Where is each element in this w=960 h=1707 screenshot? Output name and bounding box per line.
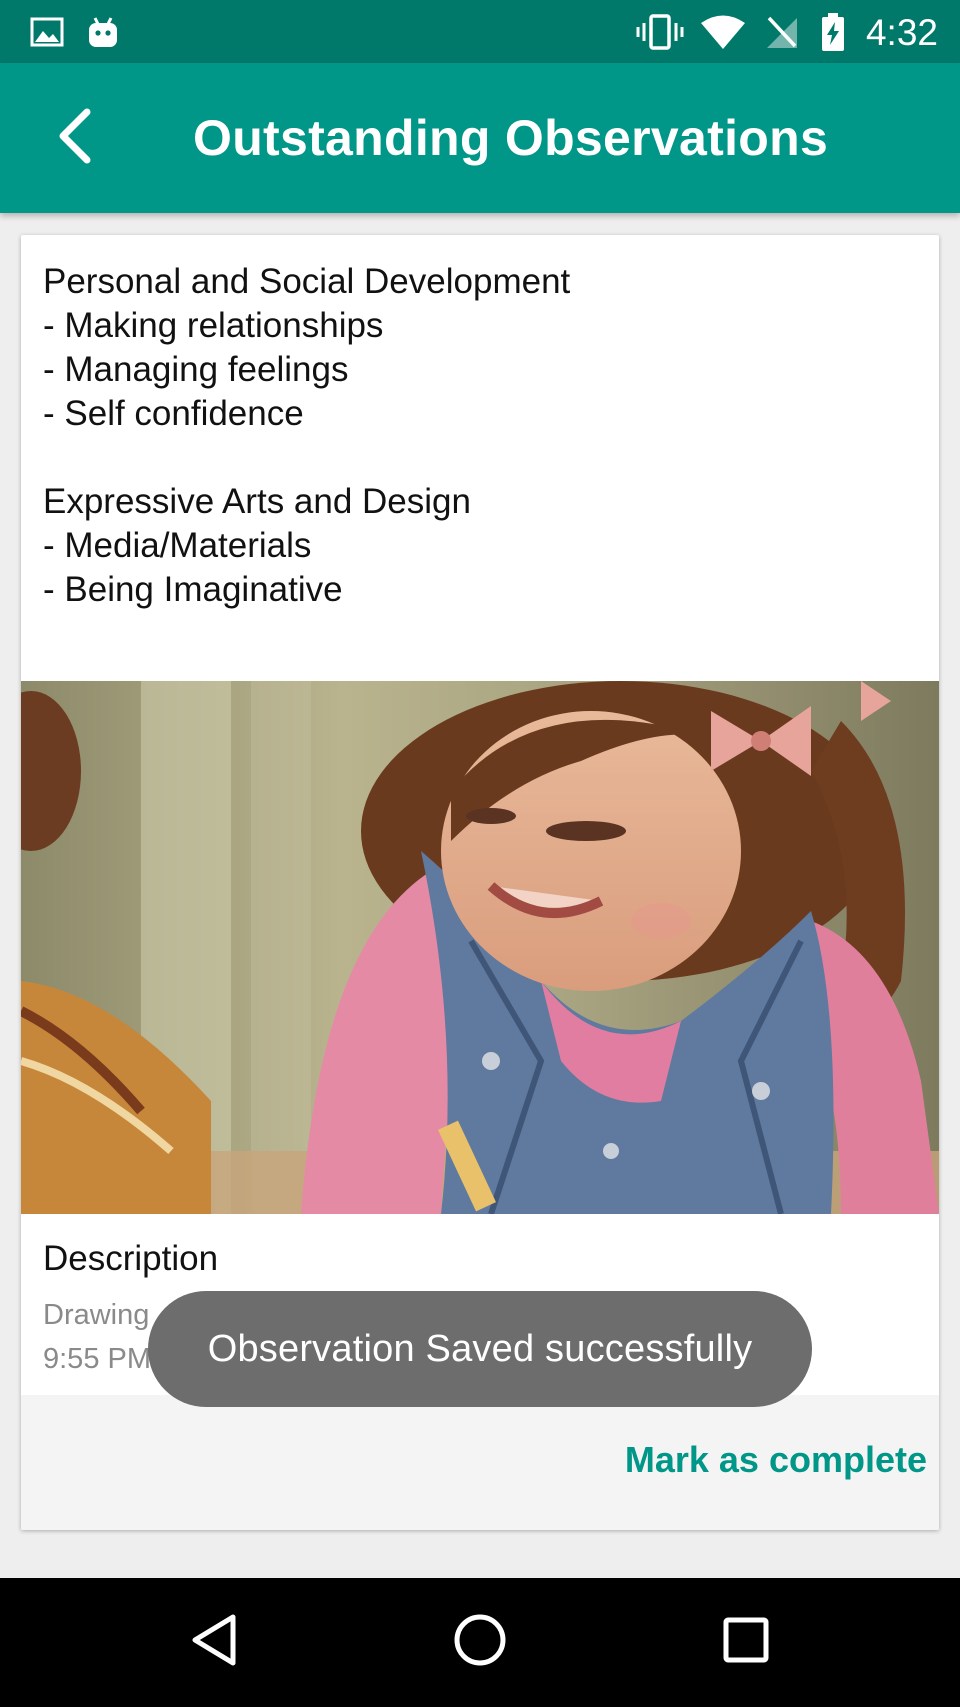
learning-areas-list: Personal and Social Development - Making… [43, 260, 923, 612]
description-text: Drawing [43, 1299, 150, 1331]
card-actions: Mark as complete [21, 1395, 939, 1530]
toast-message: Observation Saved successfully [148, 1291, 812, 1407]
back-button[interactable] [30, 93, 120, 183]
nav-back-button[interactable] [134, 1578, 294, 1707]
nav-bar [0, 1578, 960, 1707]
status-time: 4:32 [865, 12, 938, 53]
back-arrow-icon [55, 108, 95, 169]
learning-area-item: - Managing feelings [43, 350, 349, 389]
observation-photo[interactable] [21, 681, 939, 1214]
mark-as-complete-button[interactable]: Mark as complete [605, 1395, 927, 1530]
learning-area-item: - Media/Materials [43, 526, 312, 565]
wifi-icon [700, 0, 746, 63]
no-sim-icon [763, 0, 799, 63]
recents-square-icon [722, 1616, 770, 1669]
nav-home-button[interactable] [400, 1578, 560, 1707]
image-icon [30, 0, 64, 63]
learning-area-item: - Making relationships [43, 306, 384, 345]
vibrate-icon [636, 0, 684, 63]
page-title: Outstanding Observations [193, 110, 829, 166]
learning-area-heading: Personal and Social Development [43, 262, 571, 301]
android-icon [87, 0, 119, 63]
toast-text: Observation Saved successfully [207, 1327, 753, 1370]
learning-area-heading: Expressive Arts and Design [43, 482, 471, 521]
home-circle-icon [453, 1613, 507, 1672]
description-time: 9:55 PM [43, 1343, 151, 1375]
back-triangle-icon [189, 1613, 239, 1672]
status-bar: 4:32 [0, 0, 960, 63]
nav-recents-button[interactable] [666, 1578, 826, 1707]
app-bar: Outstanding Observations [0, 63, 960, 213]
learning-area-item: - Self confidence [43, 394, 304, 433]
learning-area-item: - Being Imaginative [43, 570, 343, 609]
photo-illustration [21, 681, 939, 1214]
battery-charging-icon [820, 0, 846, 63]
description-title: Description [43, 1239, 219, 1278]
